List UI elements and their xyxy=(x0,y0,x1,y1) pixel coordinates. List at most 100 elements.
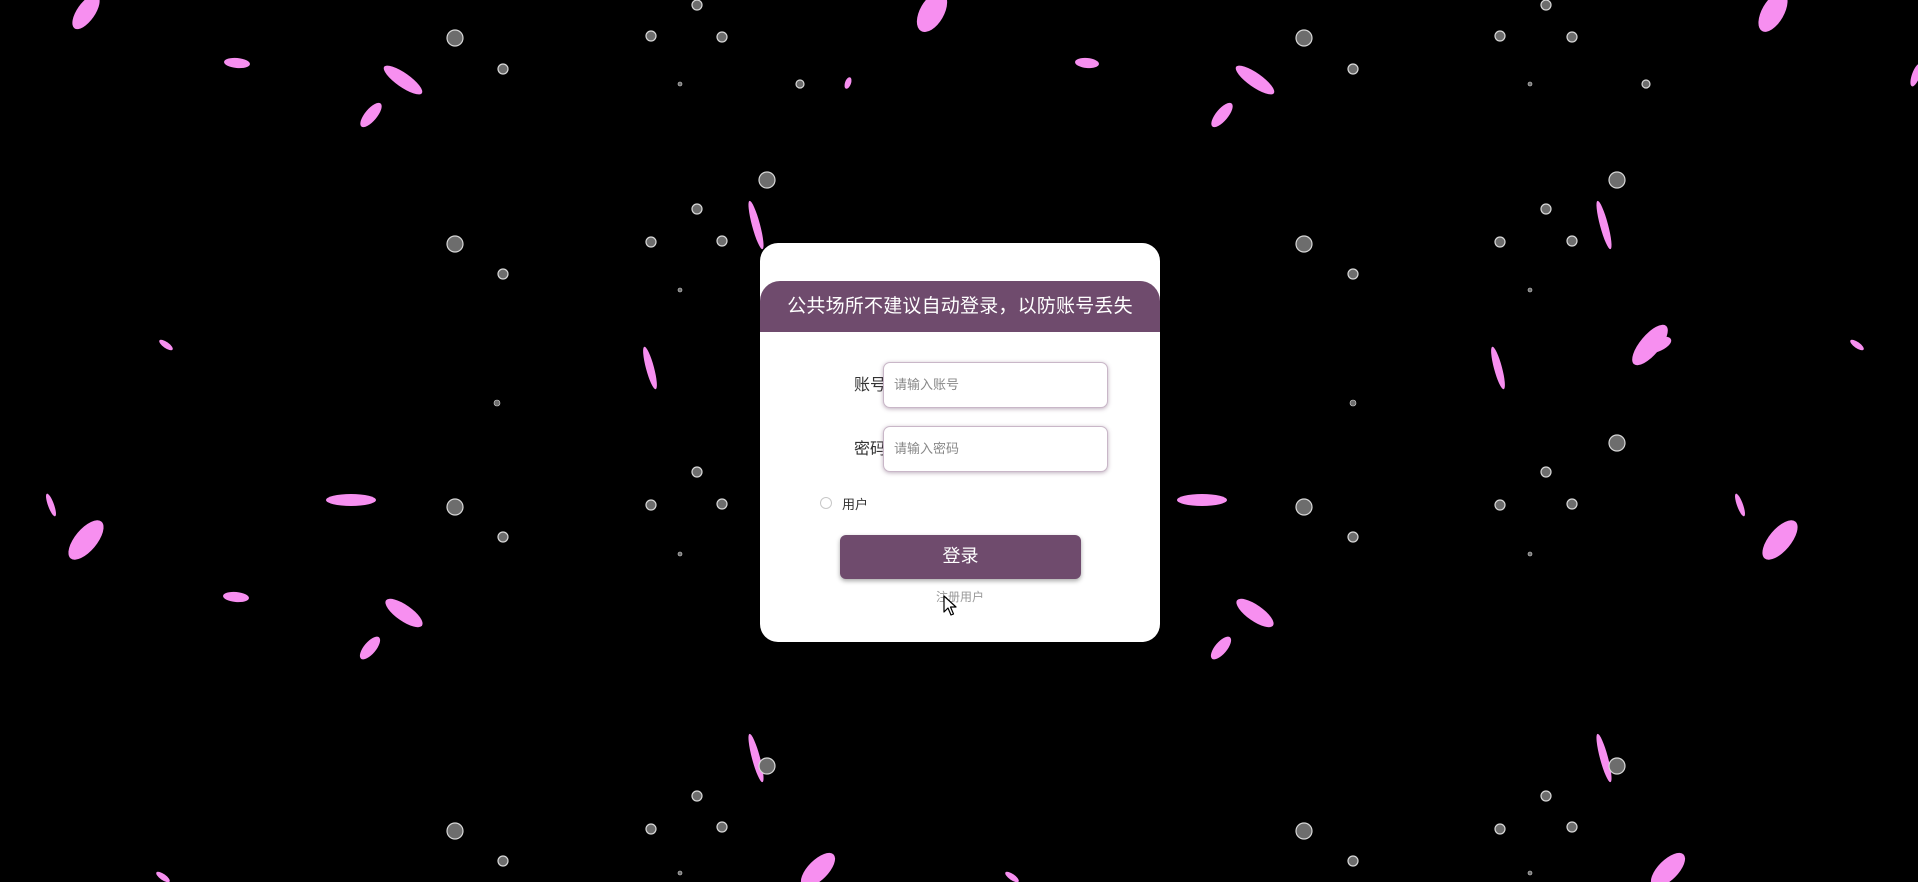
water-droplet-icon xyxy=(677,870,683,876)
water-droplet-icon xyxy=(716,31,728,43)
water-droplet-icon xyxy=(1566,235,1578,247)
water-droplet-icon xyxy=(446,498,464,516)
water-droplet-icon xyxy=(1349,399,1357,407)
water-droplet-icon xyxy=(758,171,776,189)
water-droplet-icon xyxy=(1295,29,1313,47)
register-user-link[interactable]: 注册用户 xyxy=(760,588,1160,605)
water-droplet-icon xyxy=(1540,466,1552,478)
water-droplet-icon xyxy=(1540,0,1552,11)
petal-icon xyxy=(1762,520,1798,560)
password-input[interactable] xyxy=(883,426,1108,472)
water-droplet-icon xyxy=(497,531,509,543)
petal-icon xyxy=(643,346,657,390)
water-droplet-icon xyxy=(1494,823,1506,835)
login-page: 公共场所不建议自动登录，以防账号丢失 账号 密码 用户 登录 注册用户 xyxy=(0,0,1918,882)
petal-icon xyxy=(68,520,104,560)
auto-login-warning-banner: 公共场所不建议自动登录，以防账号丢失 xyxy=(760,281,1160,332)
user-role-radio[interactable] xyxy=(820,497,832,509)
water-droplet-icon xyxy=(1347,855,1359,867)
petal-icon xyxy=(1491,346,1505,390)
user-role-option[interactable]: 用户 xyxy=(820,494,869,513)
petal-icon xyxy=(844,77,852,89)
petal-icon xyxy=(1650,852,1686,882)
water-droplet-icon xyxy=(1641,79,1651,89)
password-label: 密码 xyxy=(853,439,886,458)
water-droplet-icon xyxy=(691,0,703,11)
petal-icon xyxy=(223,591,249,603)
petal-icon xyxy=(748,733,764,783)
water-droplet-icon xyxy=(1295,235,1313,253)
water-droplet-icon xyxy=(1347,531,1359,543)
water-droplet-icon xyxy=(1494,236,1506,248)
water-droplet-icon xyxy=(497,268,509,280)
water-droplet-icon xyxy=(677,287,683,293)
water-droplet-icon xyxy=(1494,499,1506,511)
water-droplet-icon xyxy=(493,399,501,407)
water-droplet-icon xyxy=(1347,268,1359,280)
water-droplet-icon xyxy=(1527,870,1533,876)
water-droplet-icon xyxy=(691,466,703,478)
petal-icon xyxy=(1211,102,1233,128)
petal-icon xyxy=(1075,57,1099,69)
water-droplet-icon xyxy=(645,236,657,248)
petal-icon xyxy=(1596,200,1612,250)
water-droplet-icon xyxy=(691,203,703,215)
water-droplet-icon xyxy=(758,757,776,775)
water-droplet-icon xyxy=(1527,551,1533,557)
petal-icon xyxy=(1210,636,1232,660)
water-droplet-icon xyxy=(446,29,464,47)
petal-icon xyxy=(1005,871,1019,882)
petal-icon xyxy=(360,102,382,128)
water-droplet-icon xyxy=(1566,821,1578,833)
water-droplet-icon xyxy=(1608,434,1626,452)
water-droplet-icon xyxy=(716,821,728,833)
mouse-cursor-icon xyxy=(943,595,957,616)
petal-icon xyxy=(1236,598,1274,628)
water-droplet-icon xyxy=(1494,30,1506,42)
water-droplet-icon xyxy=(1295,822,1313,840)
petal-icon xyxy=(156,871,170,882)
account-input[interactable] xyxy=(883,362,1108,408)
petal-icon xyxy=(916,0,948,32)
water-droplet-icon xyxy=(691,790,703,802)
petal-icon xyxy=(1177,494,1227,506)
petal-icon xyxy=(72,0,100,30)
water-droplet-icon xyxy=(1566,31,1578,43)
water-droplet-icon xyxy=(1608,171,1626,189)
petal-icon xyxy=(1910,63,1918,87)
water-droplet-icon xyxy=(1540,203,1552,215)
water-droplet-icon xyxy=(677,81,683,87)
login-card: 公共场所不建议自动登录，以防账号丢失 账号 密码 用户 登录 注册用户 xyxy=(760,243,1160,642)
petal-icon xyxy=(748,200,764,250)
water-droplet-icon xyxy=(1540,790,1552,802)
login-button[interactable]: 登录 xyxy=(840,535,1081,579)
account-row: 账号 xyxy=(760,362,1160,408)
petal-icon xyxy=(326,494,376,506)
water-droplet-icon xyxy=(645,499,657,511)
petal-icon xyxy=(359,636,381,660)
account-label: 账号 xyxy=(853,375,886,394)
petal-icon xyxy=(159,339,173,351)
water-droplet-icon xyxy=(645,30,657,42)
petal-icon xyxy=(224,57,250,69)
password-row: 密码 xyxy=(760,426,1160,472)
water-droplet-icon xyxy=(1347,63,1359,75)
petal-icon xyxy=(46,493,56,517)
petal-icon xyxy=(1596,733,1612,783)
water-droplet-icon xyxy=(1527,287,1533,293)
petal-icon xyxy=(1235,65,1275,95)
water-droplet-icon xyxy=(497,63,509,75)
user-role-label: 用户 xyxy=(842,497,869,513)
petal-icon xyxy=(385,598,423,628)
water-droplet-icon xyxy=(1608,757,1626,775)
water-droplet-icon xyxy=(795,79,805,89)
water-droplet-icon xyxy=(716,235,728,247)
water-droplet-icon xyxy=(446,822,464,840)
petal-icon xyxy=(1850,339,1864,351)
petal-icon xyxy=(800,852,836,882)
water-droplet-icon xyxy=(1527,81,1533,87)
water-droplet-icon xyxy=(645,823,657,835)
water-droplet-icon xyxy=(716,498,728,510)
water-droplet-icon xyxy=(1295,498,1313,516)
water-droplet-icon xyxy=(497,855,509,867)
